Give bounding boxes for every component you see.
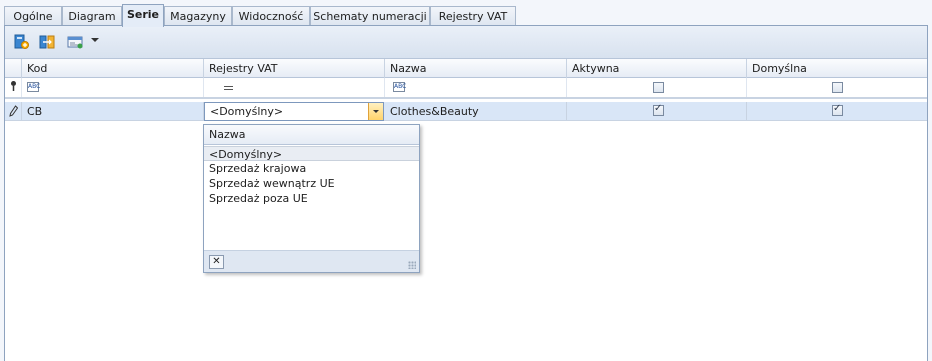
edit-series-icon[interactable] [39, 34, 55, 50]
filter-nazwa[interactable]: ABC [385, 78, 567, 97]
grid-header: Kod Rejestry VAT Nazwa Aktywna Domyślna [5, 59, 927, 78]
column-kod[interactable]: Kod [22, 59, 204, 78]
series-grid: Kod Rejestry VAT Nazwa Aktywna Domyślna … [5, 59, 927, 361]
filter-row-indicator [5, 78, 22, 97]
dropdown-arrow-icon[interactable] [91, 38, 99, 42]
filter-domyslna-checkbox[interactable] [832, 82, 843, 93]
tab-bar: Ogólne Diagram Serie Magazyny Widoczność… [4, 4, 928, 27]
cell-nazwa[interactable]: Clothes&Beauty [385, 102, 567, 120]
dropdown-option[interactable]: Sprzedaż wewnątrz UE [204, 176, 419, 191]
tab-magazyny[interactable]: Magazyny [164, 6, 232, 26]
resize-grip-icon[interactable] [408, 261, 416, 269]
tab-schematy-numeracji[interactable]: Schematy numeracji [310, 6, 430, 26]
domyslna-checkbox[interactable] [832, 103, 843, 116]
filter-kod[interactable]: ABC [22, 78, 204, 97]
clear-icon[interactable]: ✕ [209, 255, 224, 269]
text-filter-icon[interactable]: ABC [393, 82, 406, 92]
tab-rejestry-vat[interactable]: Rejestry VAT [430, 6, 516, 26]
column-domyslna[interactable]: Domyślna [747, 59, 927, 78]
dropdown-option[interactable]: Sprzedaż krajowa [204, 161, 419, 176]
table-row[interactable]: CB <Domyślny> Clothes&Beauty [5, 102, 927, 121]
dropdown-column-header[interactable]: Nazwa [204, 125, 419, 145]
tab-diagram[interactable]: Diagram [62, 6, 122, 26]
filter-aktywna[interactable] [567, 78, 747, 97]
view-options-icon[interactable] [67, 34, 87, 50]
pin-icon [9, 80, 18, 95]
column-nazwa[interactable]: Nazwa [385, 59, 567, 78]
row-indicator [5, 102, 22, 120]
tab-content: Kod Rejestry VAT Nazwa Aktywna Domyślna … [4, 25, 928, 361]
cell-aktywna[interactable] [567, 102, 747, 120]
tab-widocznosc[interactable]: Widoczność [232, 6, 310, 26]
tab-ogolne[interactable]: Ogólne [4, 6, 62, 26]
cell-domyslna[interactable] [747, 102, 927, 120]
edit-pencil-icon [9, 105, 19, 120]
text-filter-icon[interactable]: ABC [27, 82, 40, 92]
column-rejestry-vat[interactable]: Rejestry VAT [204, 59, 385, 78]
dropdown-footer: ✕ [204, 250, 419, 272]
filter-aktywna-checkbox[interactable] [653, 82, 664, 93]
rejestry-vat-dropdown: Nazwa <Domyślny> Sprzedaż krajowa Sprzed… [203, 124, 420, 273]
combo-value: <Domyślny> [210, 105, 284, 118]
equals-filter-icon[interactable] [224, 86, 233, 90]
combo-dropdown-button[interactable] [368, 103, 383, 120]
tab-serie[interactable]: Serie [122, 4, 164, 27]
dropdown-option[interactable]: Sprzedaż poza UE [204, 191, 419, 206]
dropdown-option[interactable]: <Domyślny> [204, 146, 419, 161]
filter-rejestry-vat[interactable] [204, 78, 385, 97]
column-aktywna[interactable]: Aktywna [567, 59, 747, 78]
cell-kod[interactable]: CB [22, 102, 204, 120]
filter-domyslna[interactable] [747, 78, 927, 97]
aktywna-checkbox[interactable] [653, 103, 664, 116]
toolbar [5, 26, 927, 59]
rejestry-vat-combo[interactable]: <Domyślny> [204, 102, 384, 121]
add-series-icon[interactable] [13, 34, 29, 50]
row-indicator-header [5, 59, 22, 78]
filter-row: ABC ABC [5, 78, 927, 99]
